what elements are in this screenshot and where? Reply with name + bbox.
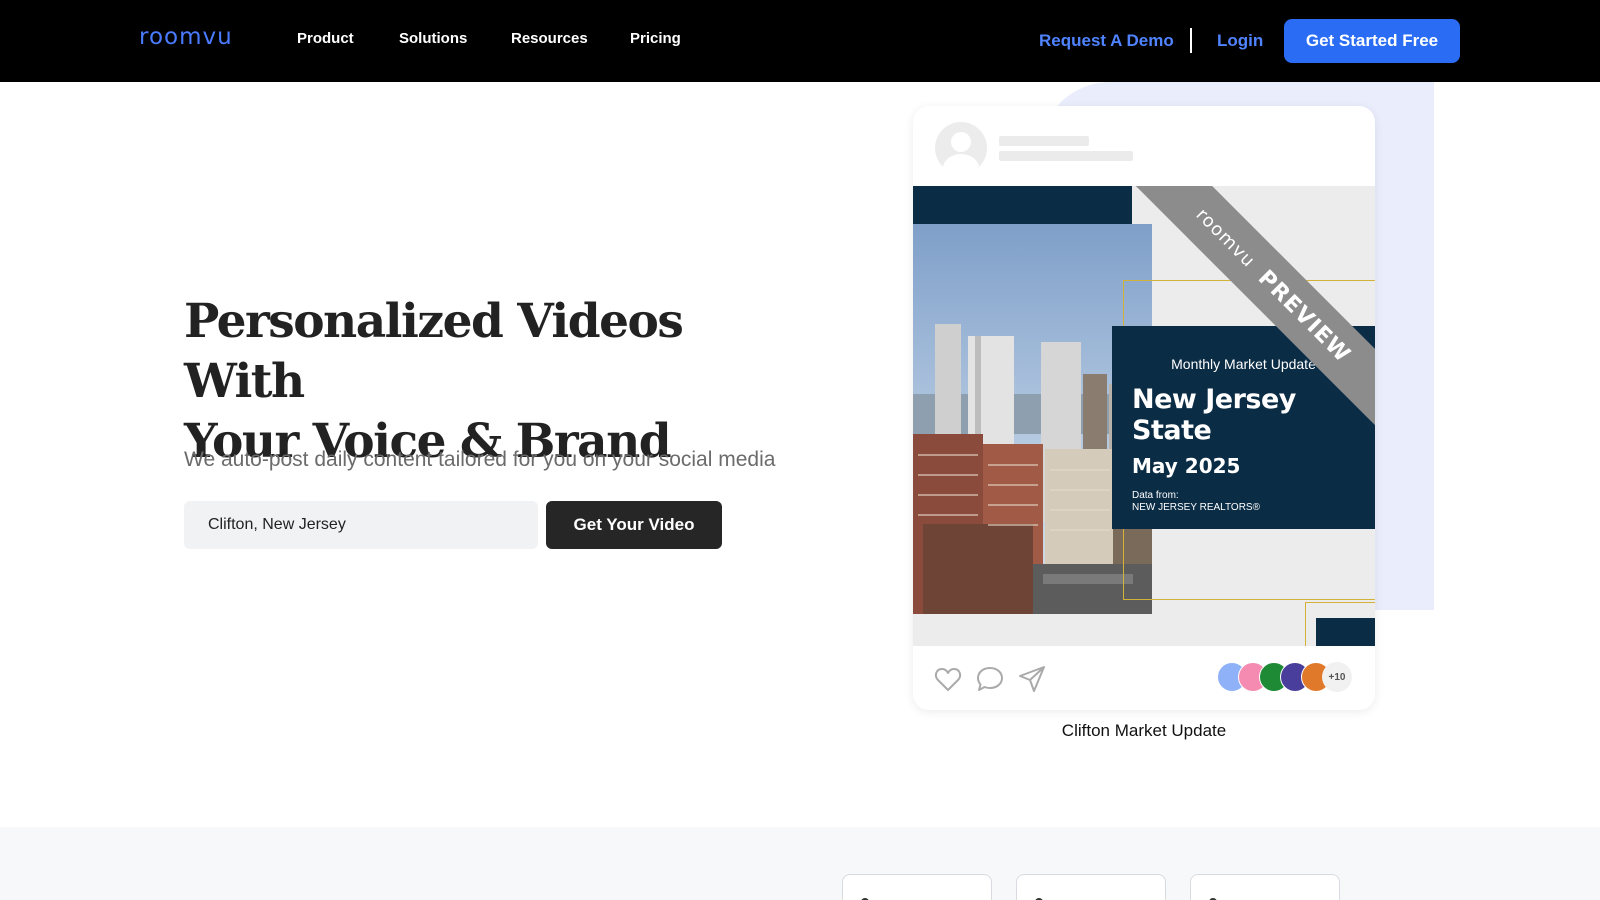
hero-title-line1: Personalized Videos With (184, 294, 684, 409)
video-thumbnail[interactable]: Monthly Market Update New Jersey State M… (913, 186, 1375, 646)
get-your-video-button[interactable]: Get Your Video (546, 501, 722, 549)
top-navbar: roomvu Product Solutions Resources Prici… (0, 0, 1600, 82)
info-source-label: Data from: (1132, 490, 1179, 501)
placeholder-line (999, 151, 1133, 161)
location-input[interactable] (184, 501, 538, 549)
request-demo-link[interactable]: Request A Demo (1039, 31, 1174, 51)
nav-pricing[interactable]: Pricing (630, 30, 681, 47)
nav-product[interactable]: Product (297, 30, 354, 47)
placeholder-line (999, 136, 1089, 146)
user-avatar-icon (943, 132, 979, 174)
feature-tab-chip[interactable] (1190, 874, 1340, 900)
feature-tab-chip[interactable] (842, 874, 992, 900)
social-post-preview-card: Monthly Market Update New Jersey State M… (913, 106, 1375, 710)
navy-accent-block (1316, 618, 1375, 646)
heart-icon[interactable] (933, 664, 963, 694)
info-date: May 2025 (1132, 454, 1241, 478)
hero-subtitle: We auto-post daily content tailored for … (184, 448, 776, 471)
hero-title: Personalized Videos With Your Voice & Br… (184, 292, 804, 472)
nav-resources[interactable]: Resources (511, 30, 588, 47)
more-reactions-count: +10 (1322, 662, 1352, 692)
post-actions-bar: +10 (913, 646, 1375, 710)
get-started-free-button[interactable]: Get Started Free (1284, 19, 1460, 63)
login-link[interactable]: Login (1217, 31, 1263, 51)
roomvu-logo[interactable]: roomvu (139, 24, 233, 50)
preview-caption: Clifton Market Update (1061, 721, 1227, 740)
features-section-background (0, 827, 1600, 900)
send-icon[interactable] (1017, 664, 1047, 694)
avatar (935, 122, 987, 174)
info-title: New Jersey State (1132, 384, 1296, 446)
nav-solutions[interactable]: Solutions (399, 30, 467, 47)
comment-icon[interactable] (975, 664, 1005, 694)
ribbon-brand: roomvu (1191, 203, 1260, 272)
feature-tab-chip[interactable] (1016, 874, 1166, 900)
info-source: NEW JERSEY REALTORS® (1132, 502, 1260, 513)
nav-divider (1190, 28, 1192, 53)
